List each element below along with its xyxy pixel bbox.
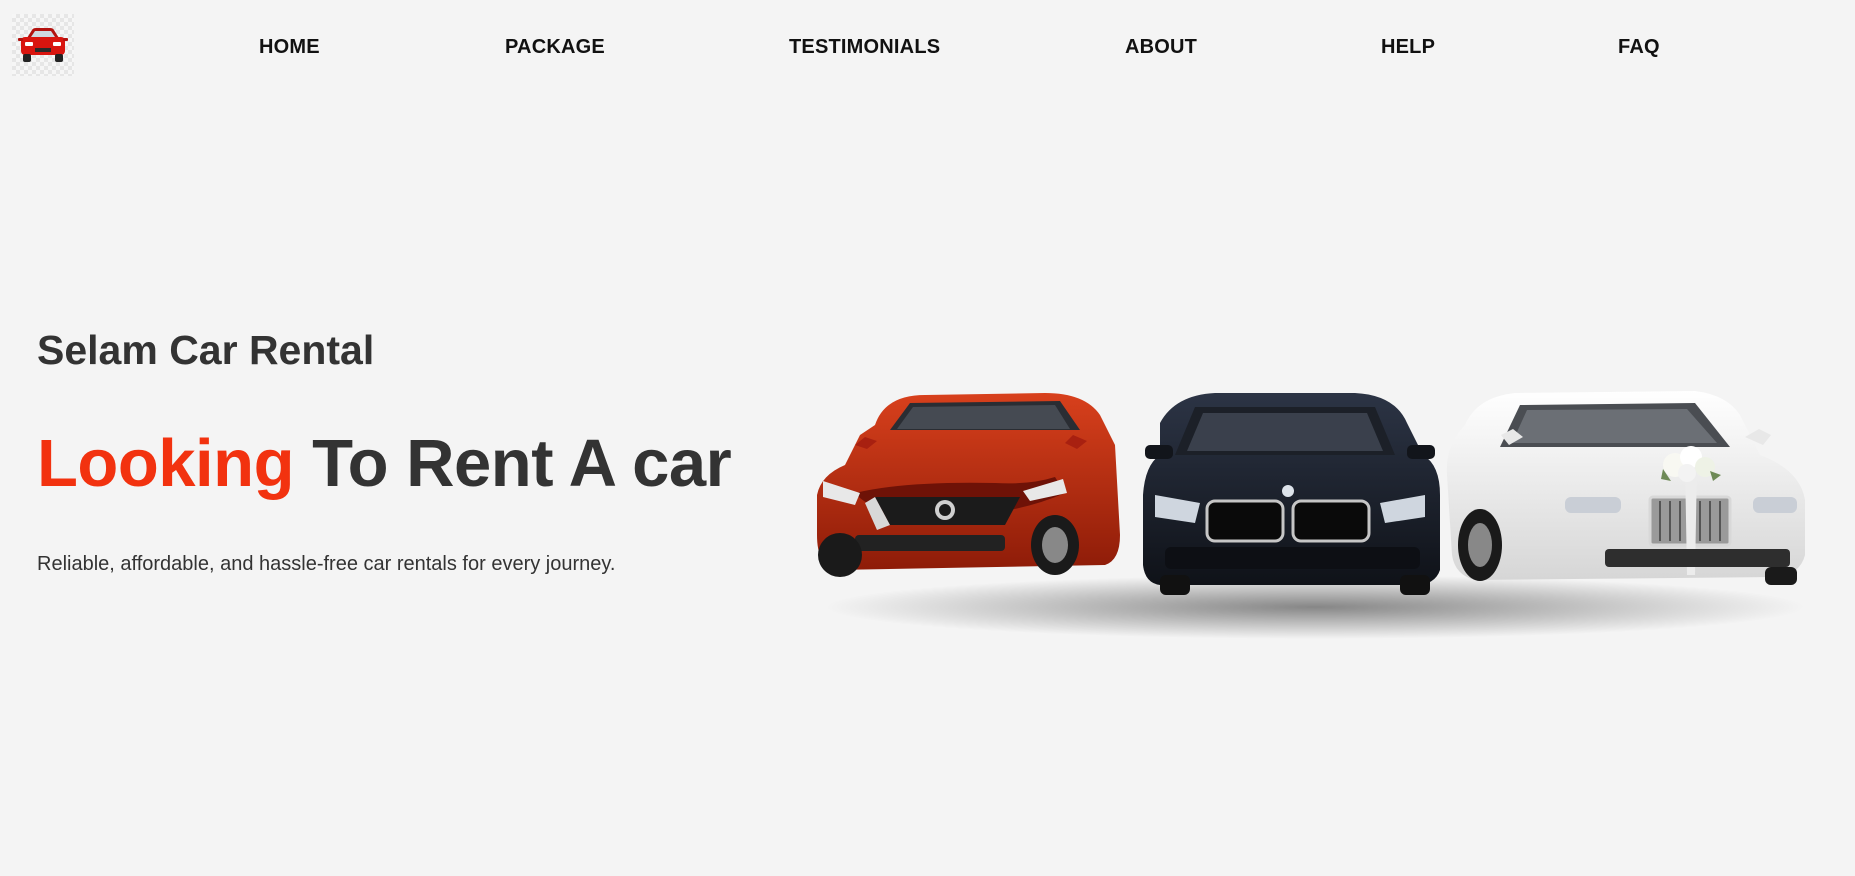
dark-car	[1143, 393, 1440, 595]
headline-accent: Looking	[37, 426, 295, 501]
brand-title: Selam Car Rental	[37, 327, 375, 373]
top-navigation: HOME PACKAGE TESTIMONIALS ABOUT HELP FAQ	[0, 0, 1855, 96]
nav-package[interactable]: PACKAGE	[505, 36, 605, 59]
nav-testimonials[interactable]: TESTIMONIALS	[789, 36, 940, 59]
nav-help[interactable]: HELP	[1381, 36, 1435, 59]
hero-headline: Looking To Rent A car	[37, 425, 732, 502]
headline-rest: To Rent A car	[294, 426, 732, 501]
logo[interactable]	[12, 14, 74, 76]
red-car	[817, 393, 1120, 577]
car-icon	[18, 28, 68, 62]
hero-tagline: Reliable, affordable, and hassle-free ca…	[37, 553, 616, 575]
cars-image	[817, 391, 1805, 639]
white-car	[1446, 391, 1805, 585]
nav-home[interactable]: HOME	[259, 36, 320, 59]
nav-about[interactable]: ABOUT	[1125, 36, 1197, 59]
nav-faq[interactable]: FAQ	[1618, 36, 1660, 59]
